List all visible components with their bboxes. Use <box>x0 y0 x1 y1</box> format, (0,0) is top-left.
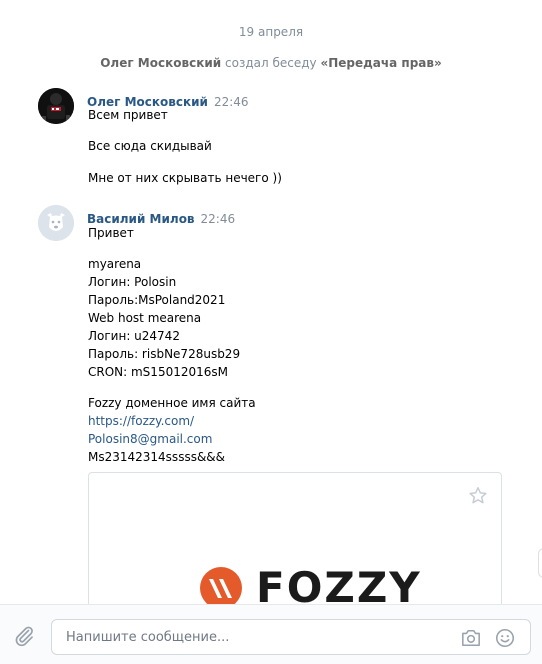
message-link[interactable]: https://fozzy.com/ <box>88 414 194 428</box>
message-text: Всем привет <box>88 108 168 122</box>
fozzy-logo: FOZZY <box>198 565 422 604</box>
message-link[interactable]: Polosin8@gmail.com <box>88 432 212 446</box>
message-text: Web host mearena <box>88 311 202 325</box>
avatar[interactable] <box>38 88 74 124</box>
fozzy-logo-icon <box>200 567 242 604</box>
service-message: Олег Московский создал беседу «Передача … <box>0 56 542 70</box>
message-feed: 19 апреля Олег Московский создал беседу … <box>0 0 542 604</box>
avatar[interactable] <box>38 205 74 241</box>
message-composer: Напишите сообщение... <box>0 604 542 664</box>
message-text: Fozzy доменное имя сайта <box>88 396 256 410</box>
brand-name: FOZZY <box>256 563 422 605</box>
dog-avatar-icon <box>38 205 74 241</box>
message-text: Логин: Polosin <box>88 275 177 289</box>
message-text: Пароль: risbNe728usb29 <box>88 347 241 361</box>
link-preview-card[interactable]: FOZZY <box>88 472 502 604</box>
paperclip-icon[interactable] <box>12 624 36 648</box>
date-separator: 19 апреля <box>238 25 304 39</box>
avatar-oleg-icon <box>38 88 74 124</box>
message-text: Все сюда скидывай <box>88 139 212 153</box>
message-time[interactable]: 22:46 <box>214 95 249 109</box>
message-text: Мне от них скрывать нечего )) <box>88 171 282 185</box>
service-actor[interactable]: Олег Московский <box>100 56 221 70</box>
service-action: создал беседу <box>225 56 317 70</box>
message-input[interactable]: Напишите сообщение... <box>51 619 531 655</box>
message-time[interactable]: 22:46 <box>201 212 236 226</box>
author-name[interactable]: Олег Московский <box>87 95 208 109</box>
message-text: Ms23142314sssss&&& <box>88 450 226 464</box>
service-chat-name: «Передача прав» <box>320 56 442 70</box>
message-text: myarena <box>88 257 142 271</box>
scroll-handle[interactable] <box>538 548 542 578</box>
message-text: CRON: mS15012016sM <box>88 365 228 379</box>
message-text: Логин: u24742 <box>88 329 180 343</box>
camera-icon[interactable] <box>460 628 482 648</box>
message-input-placeholder: Напишите сообщение... <box>66 630 230 645</box>
message-text: Привет <box>88 226 134 240</box>
smile-icon[interactable] <box>494 627 516 649</box>
star-icon[interactable] <box>467 485 489 507</box>
author-name[interactable]: Василий Милов <box>87 212 195 226</box>
message-text: Пароль:MsPoland2021 <box>88 293 226 307</box>
message-header: Василий Милов 22:46 <box>87 208 235 227</box>
